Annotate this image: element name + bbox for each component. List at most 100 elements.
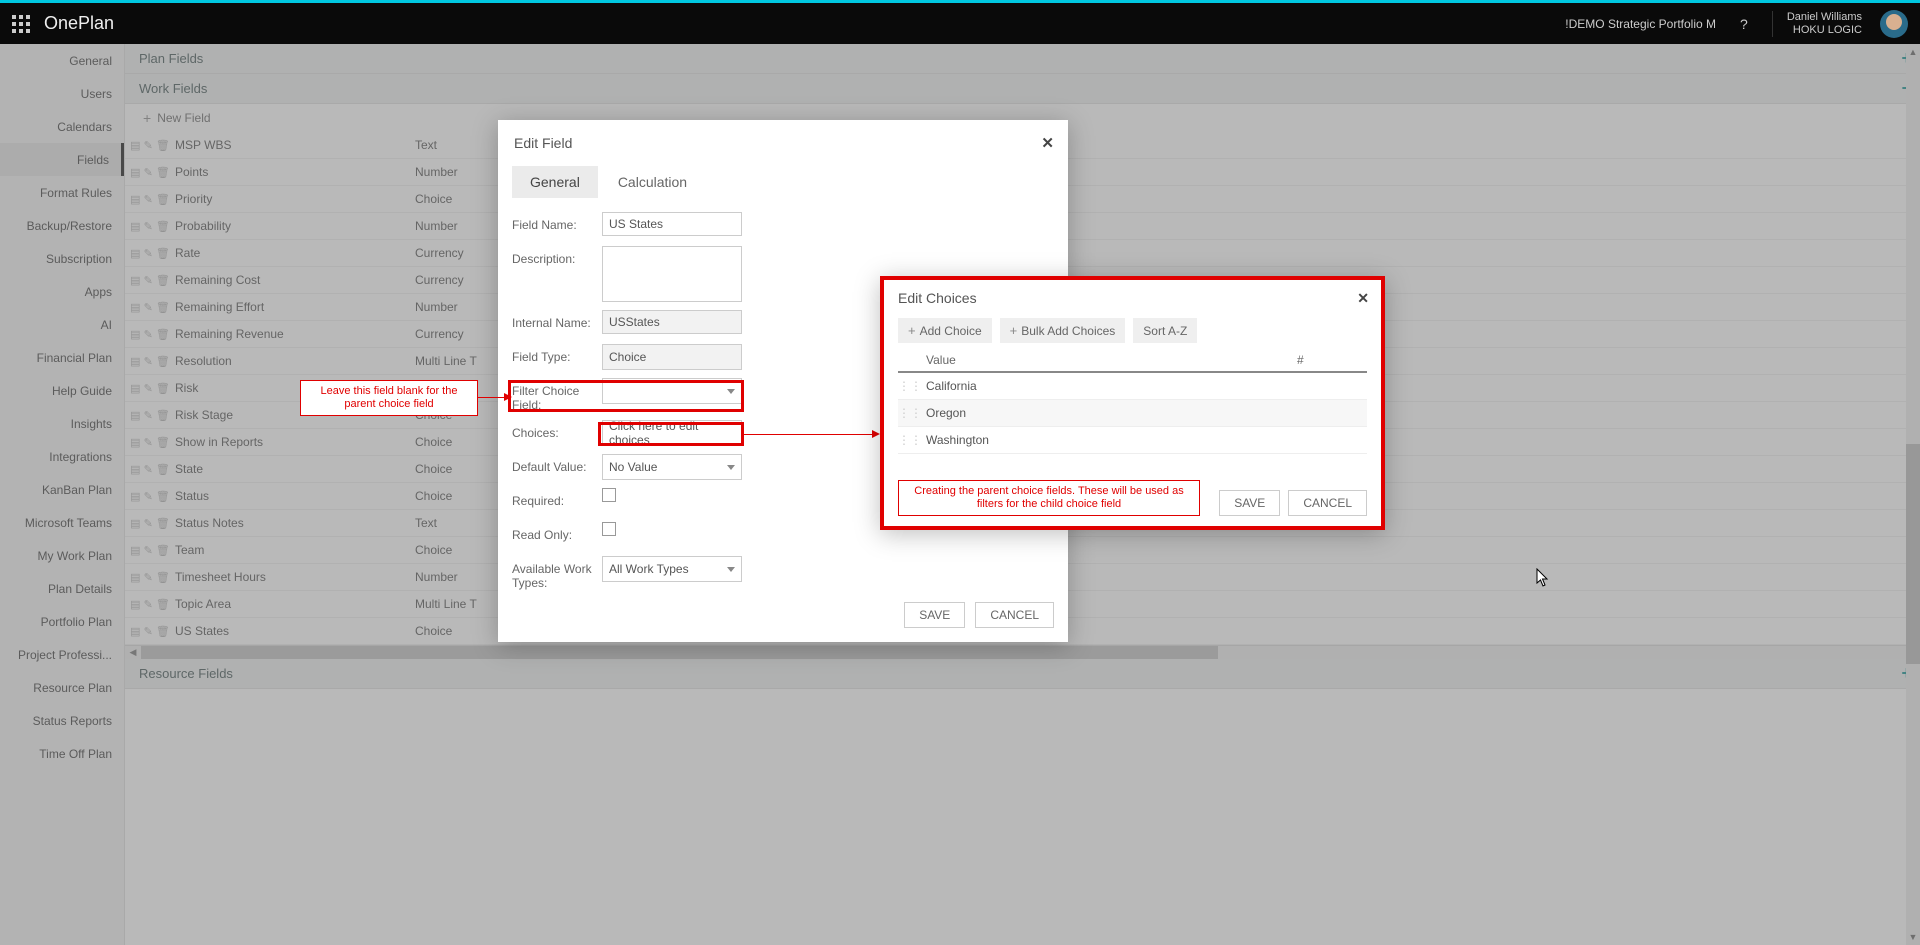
row-icons[interactable]: ▤ ✎ 🗑 xyxy=(125,598,175,611)
sidebar-item-general[interactable]: General xyxy=(0,44,124,77)
row-icons[interactable]: ▤ ✎ 🗑 xyxy=(125,544,175,557)
choices-modal-title: Edit Choices xyxy=(898,290,1367,306)
default-value-label: Default Value: xyxy=(512,454,602,474)
choice-row[interactable]: ⋮⋮California xyxy=(898,373,1367,400)
row-icons[interactable]: ▤ ✎ 🗑 xyxy=(125,409,175,422)
row-icons[interactable]: ▤ ✎ 🗑 xyxy=(125,517,175,530)
available-wt-select[interactable]: All Work Types xyxy=(602,556,742,582)
tab-general[interactable]: General xyxy=(512,166,598,198)
user-block[interactable]: Daniel Williams HOKU LOGIC xyxy=(1772,11,1862,37)
filter-choice-select[interactable] xyxy=(602,378,742,404)
row-icons[interactable]: ▤ ✎ 🗑 xyxy=(125,355,175,368)
drag-handle-icon[interactable]: ⋮⋮ xyxy=(898,433,920,447)
field-type-label: Field Type: xyxy=(512,344,602,364)
sidebar-item-users[interactable]: Users xyxy=(0,77,124,110)
sidebar-item-ai[interactable]: AI xyxy=(0,308,124,341)
row-icons[interactable]: ▤ ✎ 🗑 xyxy=(125,247,175,260)
row-icons[interactable]: ▤ ✎ 🗑 xyxy=(125,274,175,287)
default-value-select[interactable]: No Value xyxy=(602,454,742,480)
field-name-cell: US States xyxy=(175,624,415,638)
row-icons[interactable]: ▤ ✎ 🗑 xyxy=(125,139,175,152)
sidebar-item-plan-details[interactable]: Plan Details xyxy=(0,572,124,605)
field-name-cell: Priority xyxy=(175,192,415,206)
sort-button[interactable]: Sort A-Z xyxy=(1133,318,1197,343)
field-name-cell: Remaining Effort xyxy=(175,300,415,314)
choices-save-button[interactable]: SAVE xyxy=(1219,490,1280,516)
annotation-left: Leave this field blank for the parent ch… xyxy=(300,380,478,416)
edit-choices-modal: Edit Choices ✕ +Add Choice +Bulk Add Cho… xyxy=(880,276,1385,530)
save-button[interactable]: SAVE xyxy=(904,602,965,628)
help-icon[interactable]: ? xyxy=(1734,16,1754,32)
avatar[interactable] xyxy=(1880,10,1908,38)
horizontal-scrollbar[interactable]: ◀ ▶ xyxy=(125,645,1920,659)
required-checkbox[interactable] xyxy=(602,488,616,502)
field-name-cell: Team xyxy=(175,543,415,557)
choice-row[interactable]: ⋮⋮Oregon xyxy=(898,400,1367,427)
drag-handle-icon[interactable]: ⋮⋮ xyxy=(898,379,920,393)
sidebar-item-help-guide[interactable]: Help Guide xyxy=(0,374,124,407)
sidebar-item-calendars[interactable]: Calendars xyxy=(0,110,124,143)
internal-name-label: Internal Name: xyxy=(512,310,602,330)
vertical-scrollbar[interactable]: ▲ ▼ xyxy=(1906,44,1920,945)
sidebar-item-format-rules[interactable]: Format Rules xyxy=(0,176,124,209)
sidebar-item-microsoft-teams[interactable]: Microsoft Teams xyxy=(0,506,124,539)
row-icons[interactable]: ▤ ✎ 🗑 xyxy=(125,220,175,233)
sidebar-item-resource-plan[interactable]: Resource Plan xyxy=(0,671,124,704)
work-fields-header[interactable]: Work Fields − xyxy=(125,74,1920,104)
choice-row[interactable]: ⋮⋮Washington xyxy=(898,427,1367,454)
resource-fields-label: Resource Fields xyxy=(139,666,233,681)
cursor-icon xyxy=(1536,568,1550,591)
row-icons[interactable]: ▤ ✎ 🗑 xyxy=(125,436,175,449)
sidebar-item-time-off-plan[interactable]: Time Off Plan xyxy=(0,737,124,770)
close-icon[interactable]: ✕ xyxy=(1041,134,1054,152)
choices-label: Choices: xyxy=(512,420,602,440)
read-only-label: Read Only: xyxy=(512,522,602,542)
close-icon[interactable]: ✕ xyxy=(1357,290,1369,307)
row-icons[interactable]: ▤ ✎ 🗑 xyxy=(125,571,175,584)
sidebar-item-insights[interactable]: Insights xyxy=(0,407,124,440)
description-textarea[interactable] xyxy=(602,246,742,302)
field-name-cell: Show in Reports xyxy=(175,435,415,449)
sidebar-item-kanban-plan[interactable]: KanBan Plan xyxy=(0,473,124,506)
work-fields-label: Work Fields xyxy=(139,81,207,96)
row-icons[interactable]: ▤ ✎ 🗑 xyxy=(125,193,175,206)
read-only-checkbox[interactable] xyxy=(602,522,616,536)
sidebar-item-portfolio-plan[interactable]: Portfolio Plan xyxy=(0,605,124,638)
sidebar-item-backup-restore[interactable]: Backup/Restore xyxy=(0,209,124,242)
row-icons[interactable]: ▤ ✎ 🗑 xyxy=(125,328,175,341)
description-label: Description: xyxy=(512,246,602,266)
sidebar-item-fields[interactable]: Fields xyxy=(0,143,124,176)
cancel-button[interactable]: CANCEL xyxy=(975,602,1054,628)
field-name-cell: Resolution xyxy=(175,354,415,368)
sidebar-item-integrations[interactable]: Integrations xyxy=(0,440,124,473)
annotation-right: Creating the parent choice fields. These… xyxy=(898,480,1200,516)
apps-grid-icon[interactable] xyxy=(12,15,30,33)
row-icons[interactable]: ▤ ✎ 🗑 xyxy=(125,625,175,638)
row-icons[interactable]: ▤ ✎ 🗑 xyxy=(125,166,175,179)
row-icons[interactable]: ▤ ✎ 🗑 xyxy=(125,301,175,314)
portfolio-selector[interactable]: !DEMO Strategic Portfolio M xyxy=(1565,17,1716,31)
bulk-add-button[interactable]: +Bulk Add Choices xyxy=(1000,318,1126,343)
row-icons[interactable]: ▤ ✎ 🗑 xyxy=(125,463,175,476)
field-name-label: Field Name: xyxy=(512,212,602,232)
choices-cancel-button[interactable]: CANCEL xyxy=(1288,490,1367,516)
drag-handle-icon[interactable]: ⋮⋮ xyxy=(898,406,920,420)
field-name-input[interactable] xyxy=(602,212,742,236)
field-name-cell: Topic Area xyxy=(175,597,415,611)
sidebar-item-apps[interactable]: Apps xyxy=(0,275,124,308)
sidebar-item-financial-plan[interactable]: Financial Plan xyxy=(0,341,124,374)
sidebar-item-project-professi-[interactable]: Project Professi... xyxy=(0,638,124,671)
sidebar-item-status-reports[interactable]: Status Reports xyxy=(0,704,124,737)
row-icons[interactable]: ▤ ✎ 🗑 xyxy=(125,382,175,395)
sidebar-item-subscription[interactable]: Subscription xyxy=(0,242,124,275)
internal-name-input xyxy=(602,310,742,334)
row-icons[interactable]: ▤ ✎ 🗑 xyxy=(125,490,175,503)
sidebar-item-my-work-plan[interactable]: My Work Plan xyxy=(0,539,124,572)
tab-calculation[interactable]: Calculation xyxy=(600,166,705,198)
choice-value: Oregon xyxy=(920,406,1367,420)
plan-fields-header[interactable]: Plan Fields + xyxy=(125,44,1920,74)
add-choice-button[interactable]: +Add Choice xyxy=(898,318,992,343)
choices-link[interactable]: Click here to edit choices xyxy=(602,420,742,446)
topbar: OnePlan !DEMO Strategic Portfolio M ? Da… xyxy=(0,0,1920,44)
resource-fields-header[interactable]: Resource Fields + xyxy=(125,659,1920,689)
